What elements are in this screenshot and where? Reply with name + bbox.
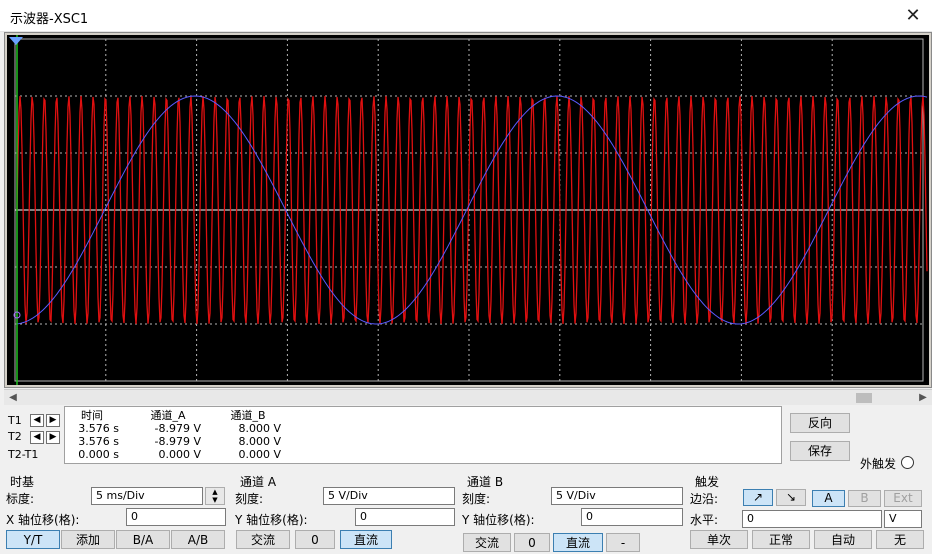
- channel-a-zero-button[interactable]: 0: [295, 530, 335, 549]
- readout-cha-diff: 0.000 V: [158, 448, 201, 461]
- rising-edge-icon[interactable]: ↗: [743, 489, 773, 506]
- channel-b-scale-input[interactable]: 5 V/Div: [551, 487, 683, 505]
- timebase-scale-spinner[interactable]: ▲ ▼: [205, 487, 225, 505]
- ext-trigger-label: 外触发: [860, 457, 897, 471]
- readout-cha-t2: -8.979 V: [154, 435, 201, 448]
- horizontal-scrollbar[interactable]: ◀ ▶: [4, 389, 932, 405]
- scroll-thumb[interactable]: [856, 393, 872, 403]
- t1-left-arrow-icon[interactable]: ◀: [30, 414, 44, 427]
- trigger-auto-button[interactable]: 自动: [814, 530, 872, 549]
- cursor-panel: T1 ◀ ▶ T2 ◀ ▶ T2-T1 时间 3.576 s 3.576 s 0…: [4, 406, 782, 464]
- readout-chb-diff: 0.000 V: [238, 448, 281, 461]
- timebase-title: 时基: [10, 475, 35, 489]
- channel-b-ypos-label: Y 轴位移(格):: [462, 513, 535, 527]
- cursor-readout: 时间 3.576 s 3.576 s 0.000 s 通道_A -8.979 V…: [64, 406, 782, 464]
- channel-a-title: 通道 A: [240, 475, 277, 489]
- title-bar: 示波器-XSC1 ✕: [0, 0, 932, 32]
- channel-a-dc-button[interactable]: 直流: [340, 530, 392, 549]
- trigger-source-ext-button[interactable]: Ext: [884, 490, 922, 507]
- trigger-title: 触发: [695, 475, 720, 489]
- trigger-normal-button[interactable]: 正常: [752, 530, 810, 549]
- spin-down-icon[interactable]: ▼: [206, 496, 224, 504]
- channel-b-scale-label: 刻度:: [462, 492, 491, 506]
- trigger-level-input[interactable]: 0: [742, 510, 882, 528]
- readout-time-t1: 3.576 s: [78, 422, 119, 435]
- readout-time-t2: 3.576 s: [78, 435, 119, 448]
- save-button[interactable]: 保存: [790, 441, 850, 461]
- ba-button[interactable]: B/A: [116, 530, 170, 549]
- scroll-left-icon[interactable]: ◀: [6, 391, 20, 405]
- readout-chb-t1: 8.000 V: [238, 422, 281, 435]
- reverse-button[interactable]: 反向: [790, 413, 850, 433]
- spin-up-icon[interactable]: ▲: [206, 488, 224, 496]
- trigger-edge-label: 边沿:: [690, 492, 719, 506]
- readout-time-diff: 0.000 s: [78, 448, 119, 461]
- trigger-level-label: 水平:: [690, 513, 719, 527]
- trigger-source-a-button[interactable]: A: [812, 490, 845, 507]
- trigger-level-unit[interactable]: V: [884, 510, 922, 528]
- scroll-right-icon[interactable]: ▶: [916, 391, 930, 405]
- falling-edge-icon[interactable]: ↘: [776, 489, 806, 506]
- add-button[interactable]: 添加: [61, 530, 115, 549]
- readout-cha-column: 通道_A -8.979 V -8.979 V 0.000 V: [135, 409, 201, 461]
- channel-b-ac-button[interactable]: 交流: [463, 533, 511, 552]
- scope-display-frame: [4, 32, 932, 388]
- ext-trigger-radio[interactable]: [901, 456, 914, 469]
- cursor-marker-icon: [9, 37, 23, 45]
- channel-b-dc-button[interactable]: 直流: [553, 533, 603, 552]
- x-position-label: X 轴位移(格):: [6, 513, 80, 527]
- timebase-scale-label: 标度:: [6, 492, 35, 506]
- channel-a-scale-label: 刻度:: [235, 492, 264, 506]
- t2-right-arrow-icon[interactable]: ▶: [46, 431, 60, 444]
- channel-b-minus-button[interactable]: -: [606, 533, 640, 552]
- readout-time-header: 时间: [81, 409, 103, 422]
- channel-b-ypos-input[interactable]: 0: [581, 508, 683, 526]
- trigger-source-b-button[interactable]: B: [848, 490, 881, 507]
- t2-label: T2: [8, 430, 22, 443]
- channel-a-ac-button[interactable]: 交流: [236, 530, 290, 549]
- yt-button[interactable]: Y/T: [6, 530, 60, 549]
- scope-screen[interactable]: [7, 35, 929, 385]
- t2-left-arrow-icon[interactable]: ◀: [30, 431, 44, 444]
- t1-right-arrow-icon[interactable]: ▶: [46, 414, 60, 427]
- ab-button[interactable]: A/B: [171, 530, 225, 549]
- channel-a-scale-input[interactable]: 5 V/Div: [323, 487, 455, 505]
- readout-chb-column: 通道_B 8.000 V 8.000 V 0.000 V: [215, 409, 281, 461]
- readout-time-column: 时间 3.576 s 3.576 s 0.000 s: [65, 409, 119, 461]
- window-title: 示波器-XSC1: [10, 12, 89, 27]
- timebase-scale-input[interactable]: 5 ms/Div: [91, 487, 203, 505]
- close-icon[interactable]: ✕: [898, 0, 928, 30]
- readout-chb-t2: 8.000 V: [238, 435, 281, 448]
- readout-cha-t1: -8.979 V: [154, 422, 201, 435]
- channel-a-ypos-label: Y 轴位移(格):: [235, 513, 308, 527]
- channel-b-title: 通道 B: [467, 475, 504, 489]
- readout-cha-header: 通道_A: [150, 409, 186, 422]
- channel-b-zero-button[interactable]: 0: [514, 533, 550, 552]
- readout-chb-header: 通道_B: [230, 409, 266, 422]
- channel-a-ypos-input[interactable]: 0: [355, 508, 455, 526]
- scope-plot: [9, 35, 928, 385]
- trigger-single-button[interactable]: 单次: [690, 530, 748, 549]
- t1-label: T1: [8, 414, 22, 427]
- x-position-input[interactable]: 0: [126, 508, 226, 526]
- t2-t1-label: T2-T1: [8, 448, 39, 461]
- trigger-none-button[interactable]: 无: [876, 530, 924, 549]
